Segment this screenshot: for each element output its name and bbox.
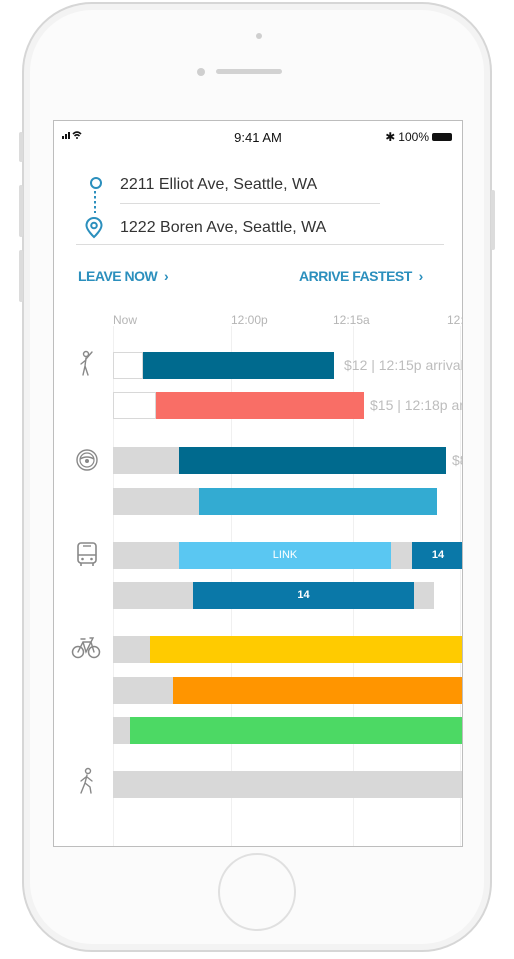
trip-bar[interactable] xyxy=(143,352,334,379)
leave-now-label: LEAVE NOW xyxy=(78,268,158,284)
wait-segment xyxy=(414,582,434,609)
trip-bar[interactable] xyxy=(156,392,364,419)
trip-bar[interactable] xyxy=(130,717,462,744)
status-bar: 9:41 AM ✱ 100% xyxy=(54,121,462,151)
arrive-fastest-button[interactable]: ARRIVE FASTEST › xyxy=(299,268,423,284)
bus-icon xyxy=(77,542,97,566)
trip-info: $15 | 12:18p arrival xyxy=(370,397,462,413)
wait-segment xyxy=(113,717,130,744)
bicycle-icon xyxy=(71,637,101,659)
origin-field[interactable]: 2211 Elliot Ave, Seattle, WA xyxy=(120,176,317,194)
camera-dot xyxy=(256,33,262,39)
wait-segment xyxy=(113,392,156,419)
battery-percent: 100% xyxy=(398,130,429,144)
front-camera xyxy=(197,68,205,76)
wait-segment xyxy=(113,447,179,474)
route-dots xyxy=(94,191,96,213)
trip-bar[interactable] xyxy=(173,677,462,704)
destination-field[interactable]: 1222 Boren Ave, Seattle, WA xyxy=(120,219,326,237)
tick-label: 12:30a xyxy=(447,313,463,327)
earpiece-speaker xyxy=(216,69,282,74)
wait-segment xyxy=(113,636,150,663)
divider xyxy=(120,203,380,204)
wait-segment xyxy=(113,542,179,569)
tick-label: Now xyxy=(113,313,138,327)
leave-now-button[interactable]: LEAVE NOW › xyxy=(78,268,169,284)
bluetooth-icon: ✱ xyxy=(385,130,396,144)
destination-pin-icon xyxy=(85,216,103,239)
arrive-fastest-label: ARRIVE FASTEST xyxy=(299,268,412,284)
power-button xyxy=(491,190,495,250)
volume-down-button xyxy=(19,250,23,302)
wait-segment xyxy=(113,488,199,515)
steering-wheel-icon xyxy=(76,449,98,471)
home-button[interactable] xyxy=(218,853,296,931)
wait-segment xyxy=(113,582,193,609)
app-screen: 9:41 AM ✱ 100% 2211 Elliot Ave, Seattle,… xyxy=(53,120,463,847)
walking-person-icon xyxy=(80,767,93,794)
tick-label: 12:15a xyxy=(333,313,370,327)
mute-switch xyxy=(19,132,23,162)
volume-up-button xyxy=(19,185,23,237)
segment-label: 14 xyxy=(297,589,310,601)
trip-bar[interactable] xyxy=(113,771,462,798)
trip-info: $12 | 12:15p arrival xyxy=(344,357,463,373)
trip-bar[interactable] xyxy=(150,636,462,663)
trip-bar[interactable] xyxy=(199,488,437,515)
wait-segment xyxy=(113,677,173,704)
segment-label: 14 xyxy=(431,549,445,561)
battery-icon xyxy=(432,133,452,141)
divider xyxy=(76,244,444,245)
tick-label: 12:00p xyxy=(231,313,268,327)
chevron-right-icon: › xyxy=(415,268,424,284)
segment-label: LINK xyxy=(272,549,298,561)
wait-segment xyxy=(113,352,143,379)
trip-bar[interactable] xyxy=(179,447,446,474)
chevron-right-icon: › xyxy=(160,268,169,284)
hailing-person-icon xyxy=(80,350,93,376)
trip-info: $8 - xyxy=(452,452,462,468)
origin-marker-icon xyxy=(90,177,102,189)
wait-segment xyxy=(391,542,412,569)
